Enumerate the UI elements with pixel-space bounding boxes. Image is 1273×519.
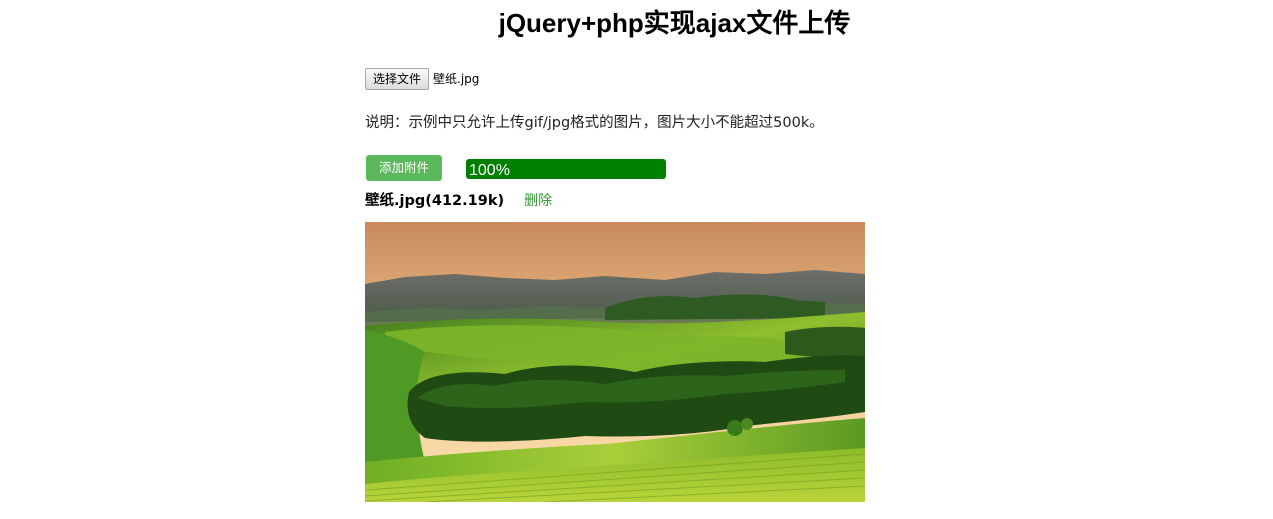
add-attachment-button[interactable]: 添加附件 [366, 155, 442, 181]
upload-progress-bar: 100% [466, 159, 666, 179]
choose-file-button[interactable]: 选择文件 [365, 68, 430, 90]
progress-percent: 100% [469, 162, 510, 179]
uploaded-file-info: 壁纸.jpg(412.19k) 删除 [365, 190, 552, 212]
uploaded-file-name: 壁纸.jpg(412.19k) [365, 193, 505, 209]
upload-note: 说明：示例中只允许上传gif/jpg格式的图片，图片大小不能超过500k。 [365, 115, 824, 131]
uploaded-image-preview [365, 222, 865, 502]
landscape-image [365, 222, 865, 502]
selected-file-name: 壁纸.jpg [433, 72, 480, 86]
delete-link[interactable]: 删除 [524, 190, 552, 212]
file-input-row: 选择文件 壁纸.jpg [365, 67, 479, 91]
page-title: jQuery+php实现ajax文件上传 [498, 8, 851, 38]
